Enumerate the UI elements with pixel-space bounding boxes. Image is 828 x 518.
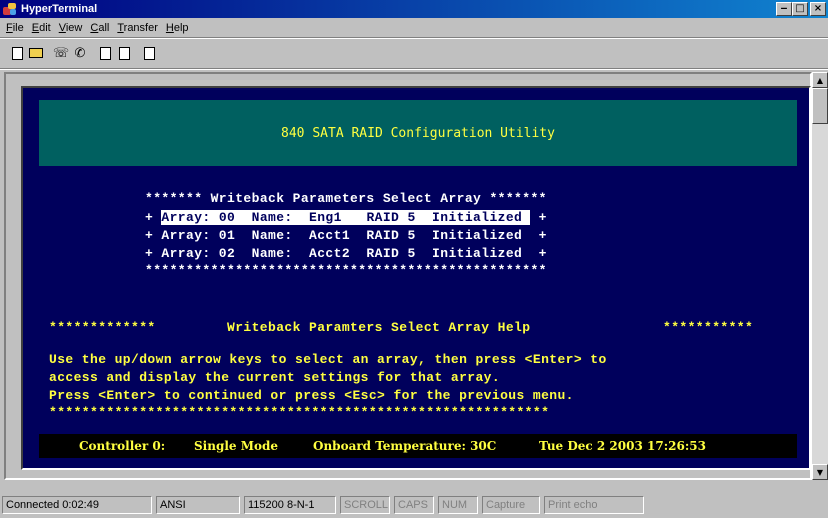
close-button[interactable]: × [810,2,826,16]
window-title: HyperTerminal [21,3,98,15]
status-port-settings: 115200 8-N-1 [244,496,336,514]
help-line-2: access and display the current settings … [49,370,501,385]
menu-bar: File Edit View Call Transfer Help [0,19,828,37]
status-scroll: SCROLL [340,496,390,514]
controller-mode: Single Mode [194,439,279,453]
select-array-border: ****************************************… [145,263,547,278]
status-bar: Connected 0:02:49 ANSI 115200 8-N-1 SCRO… [0,496,828,518]
toolbar-divider-bottom [0,68,828,70]
status-num: NUM [438,496,478,514]
help-border: ****************************************… [49,405,550,420]
menu-file[interactable]: File [4,22,30,34]
scroll-thumb[interactable] [812,88,828,124]
array-row-01[interactable]: + Array: 01 Name: Acct1 RAID 5 Initializ… [145,228,547,243]
toolbar-divider [0,37,828,39]
array-row-02[interactable]: + Array: 02 Name: Acct2 RAID 5 Initializ… [145,246,547,261]
terminal-screen[interactable]: 840 SATA RAID Configuration Utility ****… [21,86,811,470]
scroll-up-icon[interactable]: ▲ [812,72,828,88]
status-emulation: ANSI [156,496,240,514]
properties-icon[interactable] [140,44,158,62]
phone-icon[interactable]: ☏ [52,44,70,62]
terminal-status-line: Controller 0: Single Mode Onboard Temper… [39,434,797,458]
status-caps: CAPS [394,496,434,514]
onboard-temperature: Onboard Temperature: 30C [313,439,497,453]
receive-icon[interactable] [115,44,133,62]
help-line-3: Press <Enter> to continued or press <Esc… [49,388,574,403]
array-row-00[interactable]: + Array: 00 Name: Eng1 RAID 5 Initialize… [145,210,547,225]
open-icon[interactable] [27,44,45,62]
utility-title: 840 SATA RAID Configuration Utility [281,125,555,141]
disconnect-icon[interactable]: ✆ [71,44,89,62]
help-title-left-stars: ************* [49,320,156,335]
menu-edit[interactable]: Edit [30,22,57,34]
vertical-scrollbar[interactable]: ▲ ▼ [812,72,828,480]
scroll-down-icon[interactable]: ▼ [812,464,828,480]
title-bar: HyperTerminal ‒ □ × [0,0,828,18]
utility-header: 840 SATA RAID Configuration Utility [39,100,797,166]
status-print-echo: Print echo [544,496,644,514]
new-icon[interactable] [8,44,26,62]
menu-call[interactable]: Call [88,22,115,34]
date-time: Tue Dec 2 2003 17:26:53 [539,439,706,453]
minimize-button[interactable]: ‒ [776,2,792,16]
maximize-button[interactable]: □ [792,2,808,16]
menu-transfer[interactable]: Transfer [115,22,164,34]
controller-label: Controller 0: [79,439,166,453]
terminal-frame: 840 SATA RAID Configuration Utility ****… [4,72,812,480]
help-title: Writeback Paramters Select Array Help [227,320,531,335]
help-title-right-stars: *********** [663,320,754,335]
status-capture: Capture [482,496,540,514]
toolbar: ☏ ✆ [8,40,165,66]
menu-view[interactable]: View [57,22,89,34]
menu-help[interactable]: Help [164,22,195,34]
status-connected: Connected 0:02:49 [2,496,152,514]
send-icon[interactable] [96,44,114,62]
select-array-title: ******* Writeback Parameters Select Arra… [145,191,547,206]
hyperterminal-app-icon [3,2,17,16]
help-line-1: Use the up/down arrow keys to select an … [49,352,607,367]
array-row-00-highlight[interactable]: Array: 00 Name: Eng1 RAID 5 Initialized [161,210,531,225]
